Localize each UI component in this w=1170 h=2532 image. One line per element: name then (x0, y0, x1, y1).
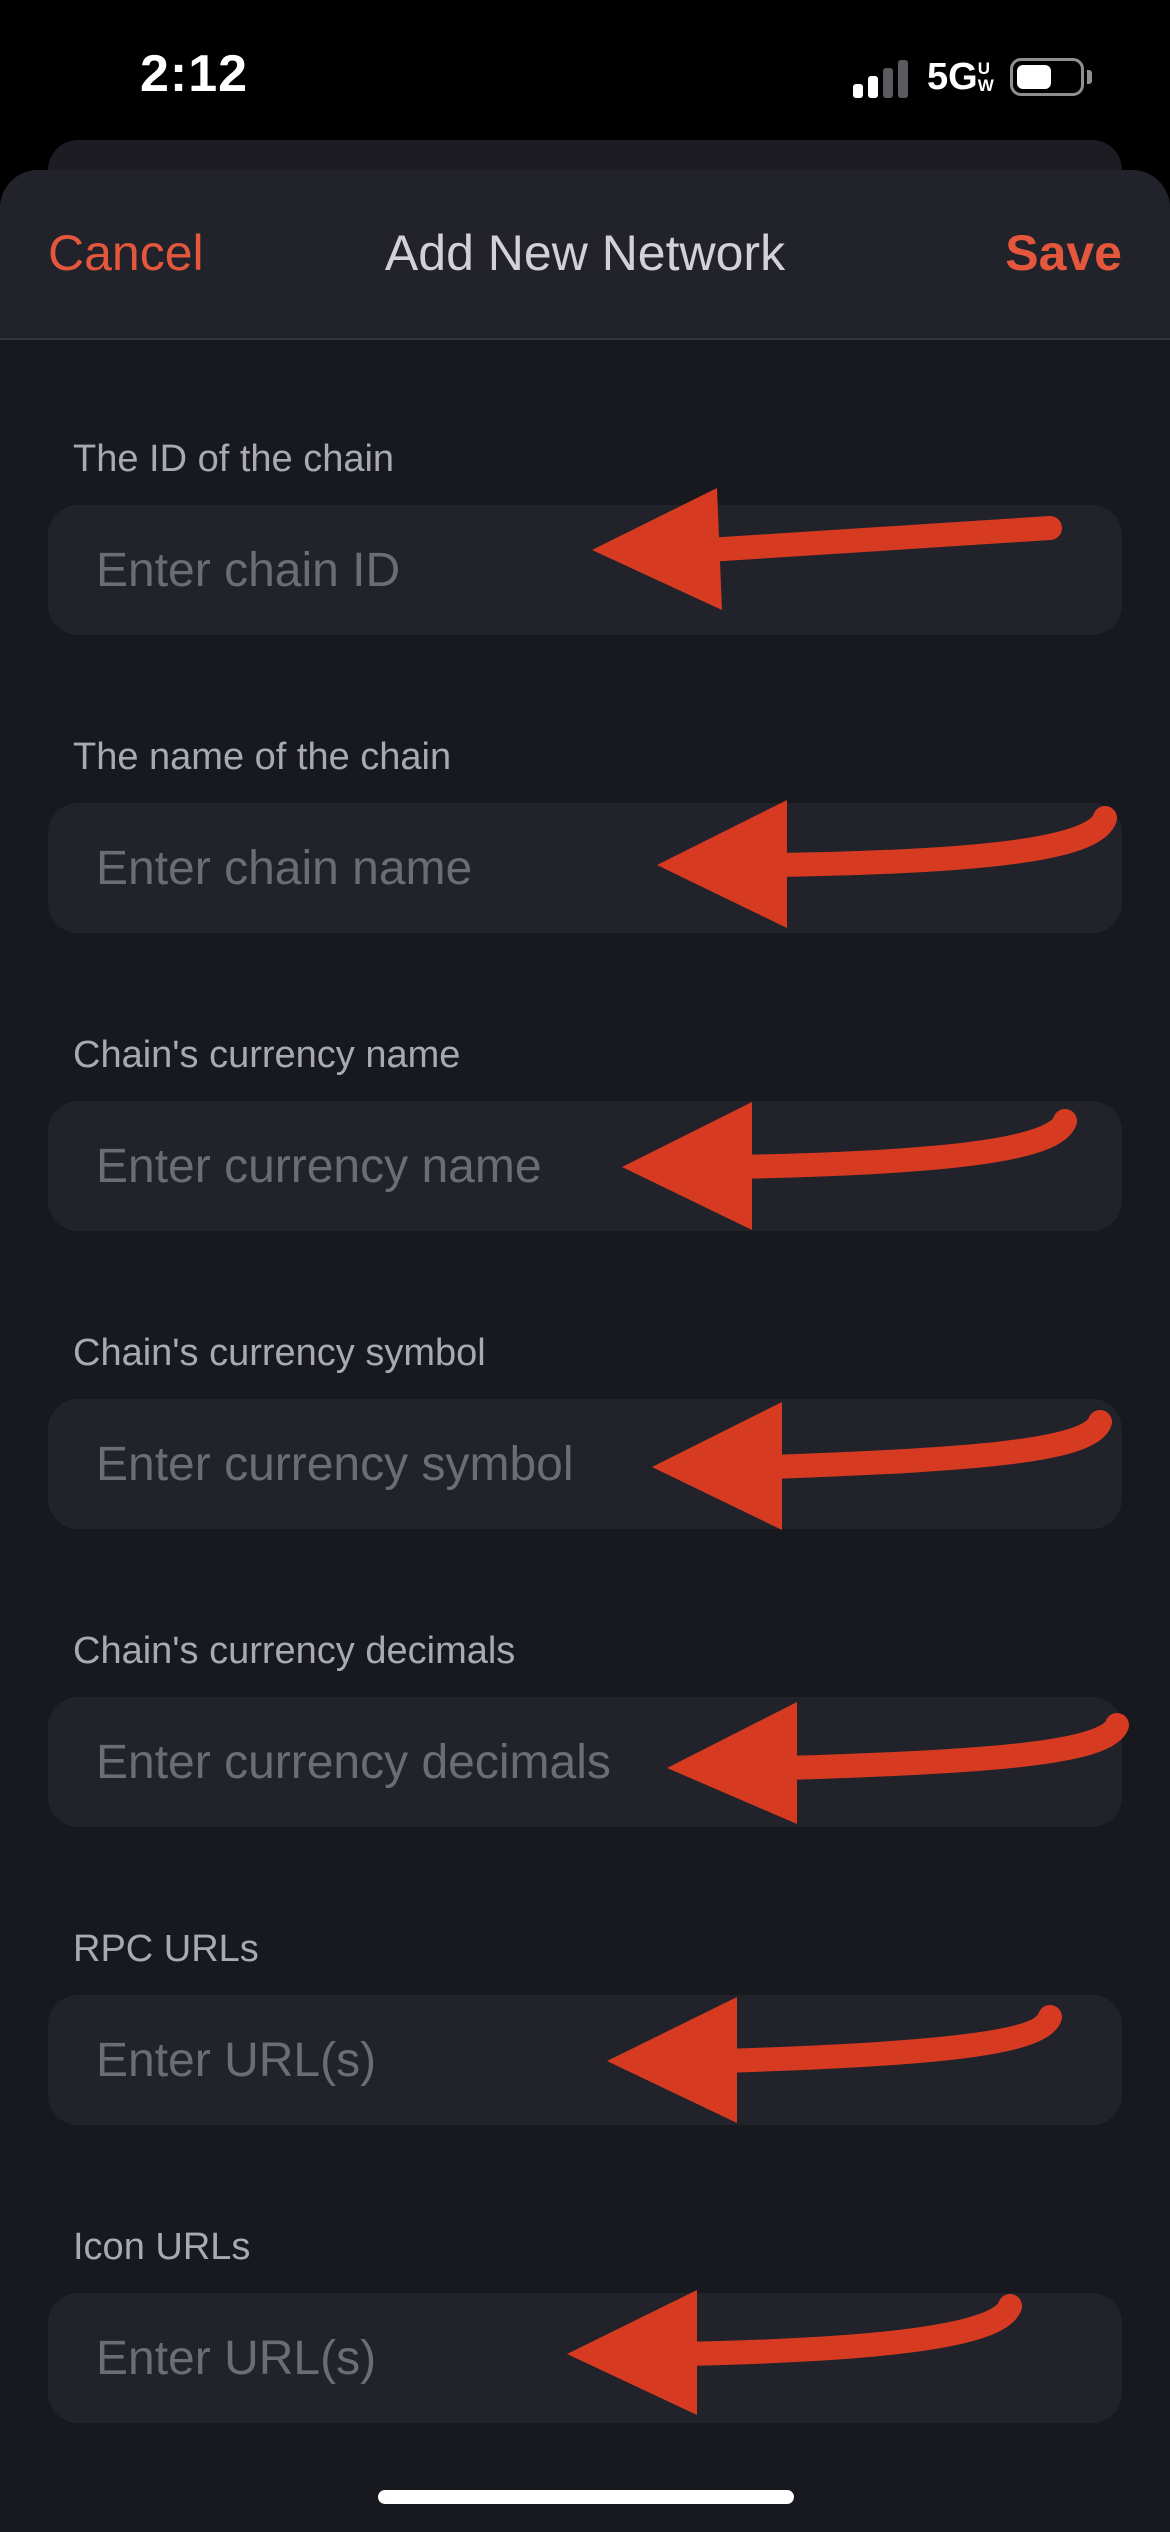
network-type-superscript: UW (977, 59, 994, 95)
network-type: 5GUW (927, 56, 998, 99)
currency-decimals-input[interactable] (48, 1697, 1122, 1827)
chain-name-input[interactable] (48, 803, 1122, 933)
chain-id-input[interactable] (48, 505, 1122, 635)
add-network-sheet: Cancel Add New Network Save The ID of th… (0, 170, 1170, 2532)
currency-decimals-label: Chain's currency decimals (73, 1630, 516, 1672)
currency-name-label: Chain's currency name (73, 1034, 461, 1076)
status-bar: 2:12 5GUW (0, 0, 1170, 150)
home-indicator (378, 2490, 794, 2504)
chain-name-label: The name of the chain (73, 736, 452, 778)
icon-urls-input[interactable] (48, 2293, 1122, 2423)
currency-name-input[interactable] (48, 1101, 1122, 1231)
sheet-header: Cancel Add New Network Save (0, 170, 1170, 340)
battery-icon (1010, 58, 1084, 96)
battery-cap (1087, 70, 1092, 84)
currency-symbol-input[interactable] (48, 1399, 1122, 1529)
icon-urls-label: Icon URLs (73, 2226, 251, 2268)
rpc-urls-label: RPC URLs (73, 1928, 259, 1970)
chain-id-label: The ID of the chain (73, 438, 395, 480)
battery-fill (1017, 65, 1051, 89)
cancel-button[interactable]: Cancel (48, 224, 204, 282)
status-time: 2:12 (140, 45, 249, 103)
rpc-urls-input[interactable] (48, 1995, 1122, 2125)
save-button[interactable]: Save (1005, 224, 1122, 282)
network-type-label: 5G (927, 56, 978, 98)
currency-symbol-label: Chain's currency symbol (73, 1332, 486, 1374)
cellular-signal-icon (853, 58, 913, 98)
